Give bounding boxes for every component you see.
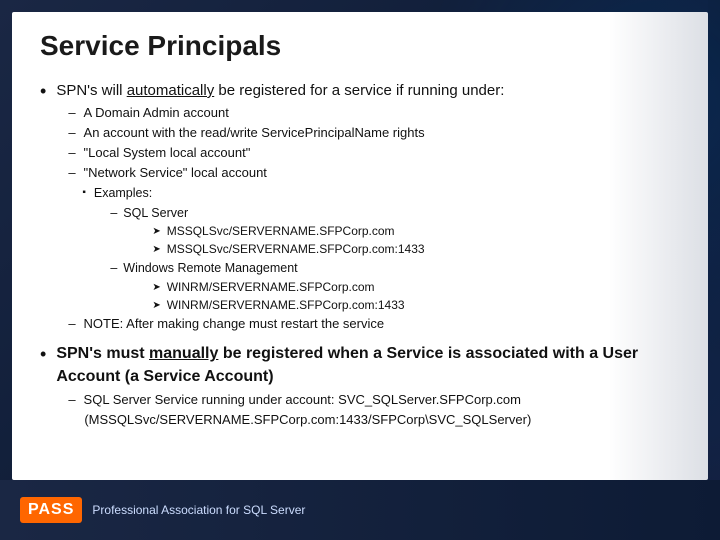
manually-text: manually <box>149 345 218 362</box>
slide-content-area: Service Principals • SPN's will automati… <box>12 12 708 480</box>
sql-item-2: ➤ MSSQLSvc/SERVERNAME.SFPCorp.com:1433 <box>152 241 504 258</box>
examples-header: ▪ Examples: <box>82 184 504 202</box>
slide-body: • SPN's will automatically be registered… <box>12 74 708 449</box>
bullet-dot-2: • <box>40 341 46 367</box>
domain-admin-text: Domain Admin account <box>95 105 229 120</box>
sql-server-section: – SQL Server ➤ MSSQLSvc/SERVERNAME.SFPCo… <box>110 204 504 259</box>
winrm-section: – Windows Remote Management ➤ WINRM/SERV… <box>110 259 504 314</box>
bullet-2-text: SPN's must manually be registered when a… <box>56 345 638 384</box>
examples-section: ▪ Examples: – SQL Server ➤ <box>82 184 504 314</box>
slide-title: Service Principals <box>12 12 708 74</box>
bullet-dot-1: • <box>40 78 46 104</box>
winrm-header: – Windows Remote Management <box>110 259 504 277</box>
sub-item-svc-detail: (MSSQLSvc/SERVERNAME.SFPCorp.com:1433/SF… <box>84 411 680 430</box>
sub-item-local-system: – "Local System local account" <box>68 144 504 163</box>
pass-logo: PASS Professional Association for SQL Se… <box>20 497 305 523</box>
bullet-2: • SPN's must manually be registered when… <box>40 343 680 430</box>
restart-service-text: must restart the service <box>249 316 384 331</box>
note-item: – NOTE: After making change must restart… <box>68 315 504 334</box>
automatically-text: automatically <box>127 82 215 99</box>
pass-tagline: Professional Association for SQL Server <box>92 503 305 517</box>
sql-server-items: ➤ MSSQLSvc/SERVERNAME.SFPCorp.com ➤ MSSQ… <box>152 223 504 259</box>
pass-badge: PASS <box>20 497 82 523</box>
sql-item-1: ➤ MSSQLSvc/SERVERNAME.SFPCorp.com <box>152 223 504 240</box>
footer: PASS Professional Association for SQL Se… <box>0 480 720 540</box>
winrm-item-2: ➤ WINRM/SERVERNAME.SFPCorp.com:1433 <box>152 297 504 314</box>
sub-list-1: – A Domain Admin account – An account wi… <box>68 104 504 334</box>
winrm-items: ➤ WINRM/SERVERNAME.SFPCorp.com ➤ WINRM/S… <box>152 279 504 315</box>
sub-item-readwrite: – An account with the read/write Service… <box>68 124 504 143</box>
bullet-1-text: SPN's will automatically be registered f… <box>56 82 504 99</box>
sub-item-svc: – SQL Server Service running under accou… <box>68 391 680 410</box>
local-system-text: Local System <box>88 145 166 160</box>
bullet-1: • SPN's will automatically be registered… <box>40 80 680 335</box>
sub-item-domain-admin: – A Domain Admin account <box>68 104 504 123</box>
sub-item-network-service: – "Network Service" local account <box>68 164 504 183</box>
sql-server-header: – SQL Server <box>110 204 504 222</box>
sub-list-2: – SQL Server Service running under accou… <box>68 391 680 430</box>
winrm-item-1: ➤ WINRM/SERVERNAME.SFPCorp.com <box>152 279 504 296</box>
